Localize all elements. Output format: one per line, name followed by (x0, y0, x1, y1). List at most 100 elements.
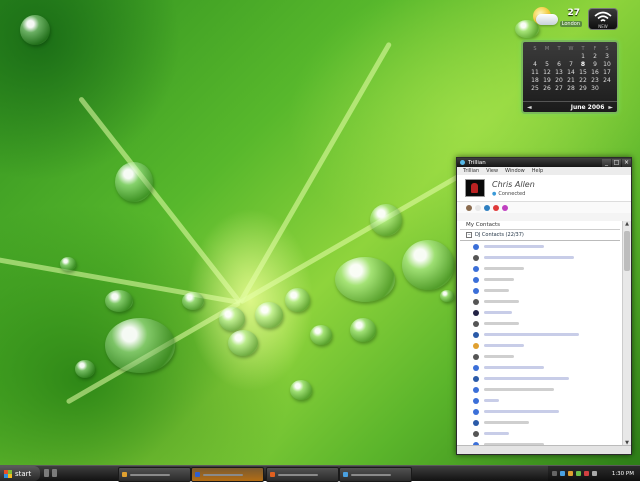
avatar[interactable] (465, 179, 485, 197)
tray-app-icon[interactable] (584, 471, 589, 476)
calendar-day[interactable]: 13 (553, 69, 565, 77)
calendar-day[interactable]: 29 (577, 85, 589, 93)
contact-status-icon (473, 342, 479, 349)
contact-row[interactable] (457, 296, 623, 307)
start-button[interactable]: start (0, 466, 40, 481)
toolbar-icon[interactable] (484, 204, 490, 211)
tray-app-icon[interactable] (560, 471, 565, 476)
contact-status-icon (473, 397, 479, 404)
calendar-next-arrow[interactable]: ► (608, 104, 613, 111)
calendar-day[interactable]: 17 (601, 69, 613, 77)
calendar-day[interactable]: 18 (529, 77, 541, 85)
calendar-day[interactable]: 15 (577, 69, 589, 77)
toolbar-icon[interactable] (466, 204, 472, 211)
calendar-day[interactable]: 28 (565, 85, 577, 93)
calendar-today[interactable]: 8 (577, 61, 589, 69)
calendar-weekday-label: W (568, 46, 574, 52)
calendar-day[interactable]: 12 (541, 69, 553, 77)
calendar-day[interactable]: 14 (565, 69, 577, 77)
collapse-toggle-icon[interactable]: − (466, 232, 472, 238)
menu-view[interactable]: View (486, 168, 498, 174)
contact-name-blurred (484, 421, 529, 424)
scroll-up-icon[interactable]: ▲ (623, 221, 631, 227)
water-drop (20, 15, 50, 45)
contact-row[interactable] (457, 307, 623, 318)
toolbar-icon[interactable] (502, 204, 508, 211)
calendar-day[interactable]: 3 (601, 53, 613, 61)
water-drop (182, 292, 204, 310)
calendar-day[interactable]: 11 (529, 69, 541, 77)
contact-row[interactable] (457, 362, 623, 373)
contact-row[interactable] (457, 241, 623, 252)
calendar-day[interactable]: 25 (529, 85, 541, 93)
contact-row[interactable] (457, 384, 623, 395)
calendar-day[interactable]: 10 (601, 61, 613, 69)
contact-list-scrollbar[interactable]: ▲ ▼ (622, 221, 631, 446)
scroll-thumb[interactable] (624, 231, 630, 271)
quick-launch-icon[interactable] (52, 469, 57, 477)
calendar-day[interactable]: 22 (577, 77, 589, 85)
menu-window[interactable]: Window (505, 168, 525, 174)
contact-row[interactable] (457, 351, 623, 362)
window-title: Trillian (468, 159, 486, 166)
calendar-day[interactable]: 19 (541, 77, 553, 85)
calendar-day[interactable]: 6 (553, 61, 565, 69)
tray-clock[interactable]: 1:30 PM (612, 471, 634, 477)
calendar-day[interactable]: 5 (541, 61, 553, 69)
contact-row[interactable] (457, 252, 623, 263)
calendar-day[interactable]: 7 (565, 61, 577, 69)
tray-expand-icon[interactable] (552, 471, 557, 476)
contact-name-blurred (484, 388, 554, 391)
contact-row[interactable] (457, 274, 623, 285)
maximize-button[interactable]: □ (612, 158, 621, 167)
profile-status[interactable]: Connected (492, 191, 525, 197)
water-drop (402, 240, 454, 290)
contact-status-icon (473, 320, 479, 327)
calendar-day[interactable]: 24 (601, 77, 613, 85)
calendar-day[interactable]: 9 (589, 61, 601, 69)
close-button[interactable]: × (622, 158, 631, 167)
contact-row[interactable] (457, 395, 623, 406)
system-tray: 1:30 PM (548, 466, 640, 481)
contact-name-blurred (484, 410, 559, 413)
tray-app-icon[interactable] (576, 471, 581, 476)
calendar-day[interactable]: 30 (589, 85, 601, 93)
tray-volume-icon[interactable] (592, 471, 597, 476)
group-my-contacts[interactable]: My Contacts (460, 221, 620, 230)
calendar-day[interactable]: 23 (589, 77, 601, 85)
water-drop (115, 162, 153, 202)
calendar-day[interactable]: 2 (589, 53, 601, 61)
network-meter-gadget[interactable]: NEW (588, 8, 618, 30)
contact-row[interactable] (457, 406, 623, 417)
toolbar-icon[interactable] (493, 204, 499, 211)
window-titlebar[interactable]: Trillian _ □ × (457, 158, 631, 167)
quick-launch-icon[interactable] (44, 469, 49, 477)
task-app-icon (122, 472, 127, 477)
windows-logo-icon (4, 469, 12, 478)
calendar-day[interactable]: 21 (565, 77, 577, 85)
calendar-prev-arrow[interactable]: ◄ (527, 104, 532, 111)
contact-row[interactable] (457, 263, 623, 274)
minimize-button[interactable]: _ (602, 158, 611, 167)
calendar-day[interactable]: 26 (541, 85, 553, 93)
calendar-day[interactable]: 1 (577, 53, 589, 61)
weather-gadget[interactable]: 27 London (531, 5, 582, 31)
calendar-day[interactable]: 16 (589, 69, 601, 77)
contact-row[interactable] (457, 373, 623, 384)
toolbar-icon[interactable] (475, 204, 481, 211)
menu-trillian[interactable]: Trillian (463, 168, 479, 174)
menu-help[interactable]: Help (532, 168, 543, 174)
contact-row[interactable] (457, 428, 623, 439)
contact-row[interactable] (457, 285, 623, 296)
tray-app-icon[interactable] (568, 471, 573, 476)
water-drop (105, 318, 175, 373)
contact-row[interactable] (457, 318, 623, 329)
profile-name[interactable]: Chris Allen (492, 180, 535, 189)
contact-row[interactable] (457, 417, 623, 428)
calendar-day[interactable]: 20 (553, 77, 565, 85)
calendar-day[interactable]: 27 (553, 85, 565, 93)
calendar-day[interactable]: 4 (529, 61, 541, 69)
contact-row[interactable] (457, 329, 623, 340)
contact-row[interactable] (457, 340, 623, 351)
group-dj-contacts[interactable]: − DJ Contacts (22/37) (460, 230, 620, 241)
